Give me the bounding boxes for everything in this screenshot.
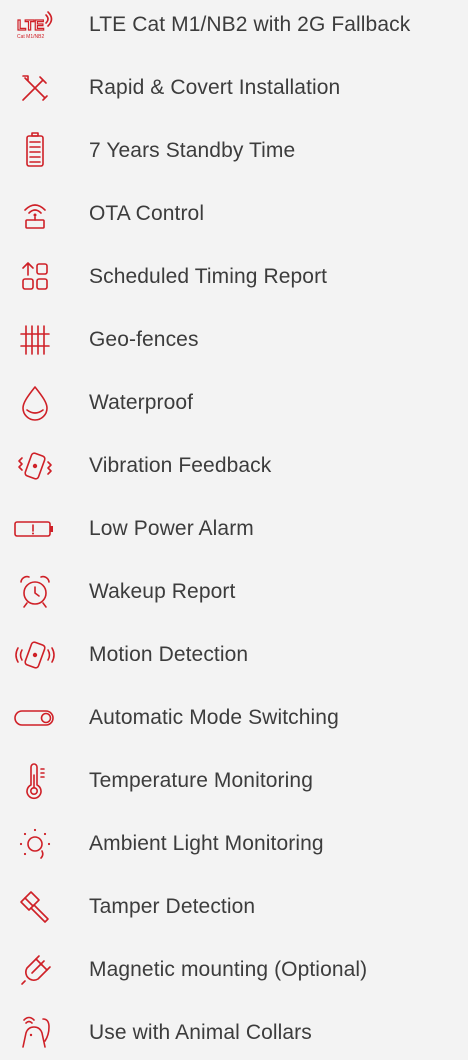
feature-label: Geo-fences [89, 328, 199, 351]
feature-item-lte: LTE Cat M1/NB2 LTE Cat M1/NB2 with 2G Fa… [0, 0, 468, 50]
feature-item-magnet: Magnetic mounting (Optional) [0, 945, 468, 995]
feature-label: OTA Control [89, 202, 205, 225]
light-icon [10, 819, 60, 869]
vibration-icon [10, 441, 60, 491]
feature-label: Tamper Detection [89, 895, 256, 918]
hammer-icon [10, 882, 60, 932]
feature-label: Rapid & Covert Installation [89, 76, 341, 99]
feature-item-waterproof: Waterproof [0, 378, 468, 428]
feature-label: Automatic Mode Switching [89, 706, 339, 729]
feature-item-standby: 7 Years Standby Time [0, 126, 468, 176]
feature-item-tamper: Tamper Detection [0, 882, 468, 932]
fence-icon [10, 315, 60, 365]
feature-label: 7 Years Standby Time [89, 139, 296, 162]
tools-icon [10, 63, 60, 113]
feature-item-mode-switch: Automatic Mode Switching [0, 693, 468, 743]
ota-icon [10, 189, 60, 239]
feature-item-motion: Motion Detection [0, 630, 468, 680]
feature-item-wakeup: Wakeup Report [0, 567, 468, 617]
feature-label: Ambient Light Monitoring [89, 832, 324, 855]
feature-label: LTE Cat M1/NB2 with 2G Fallback [89, 13, 411, 36]
schedule-icon [10, 252, 60, 302]
thermometer-icon [10, 756, 60, 806]
motion-icon [10, 630, 60, 680]
alarm-clock-icon [10, 567, 60, 617]
feature-item-animal-collar: Use with Animal Collars [0, 1008, 468, 1058]
feature-item-ota: OTA Control [0, 189, 468, 239]
feature-list: LTE Cat M1/NB2 LTE Cat M1/NB2 with 2G Fa… [0, 0, 468, 1060]
svg-text:LTE: LTE [17, 17, 44, 34]
feature-label: Waterproof [89, 391, 194, 414]
feature-item-schedule: Scheduled Timing Report [0, 252, 468, 302]
feature-item-ambient-light: Ambient Light Monitoring [0, 819, 468, 869]
magnet-icon [10, 945, 60, 995]
feature-label: Motion Detection [89, 643, 249, 666]
feature-item-geofence: Geo-fences [0, 315, 468, 365]
lte-icon: LTE Cat M1/NB2 [10, 0, 60, 50]
feature-item-low-power: Low Power Alarm [0, 504, 468, 554]
water-drop-icon [10, 378, 60, 428]
feature-item-vibration: Vibration Feedback [0, 441, 468, 491]
feature-item-temperature: Temperature Monitoring [0, 756, 468, 806]
feature-label: Wakeup Report [89, 580, 236, 603]
feature-label: Magnetic mounting (Optional) [89, 958, 368, 981]
feature-label: Use with Animal Collars [89, 1021, 312, 1044]
feature-label: Scheduled Timing Report [89, 265, 328, 288]
battery-icon [10, 126, 60, 176]
feature-label: Vibration Feedback [89, 454, 272, 477]
animal-collar-icon [10, 1008, 60, 1058]
feature-item-installation: Rapid & Covert Installation [0, 63, 468, 113]
toggle-icon [10, 693, 60, 743]
svg-text:Cat M1/NB2: Cat M1/NB2 [17, 34, 44, 40]
low-battery-icon [10, 504, 60, 554]
feature-label: Low Power Alarm [89, 517, 254, 540]
feature-label: Temperature Monitoring [89, 769, 313, 792]
